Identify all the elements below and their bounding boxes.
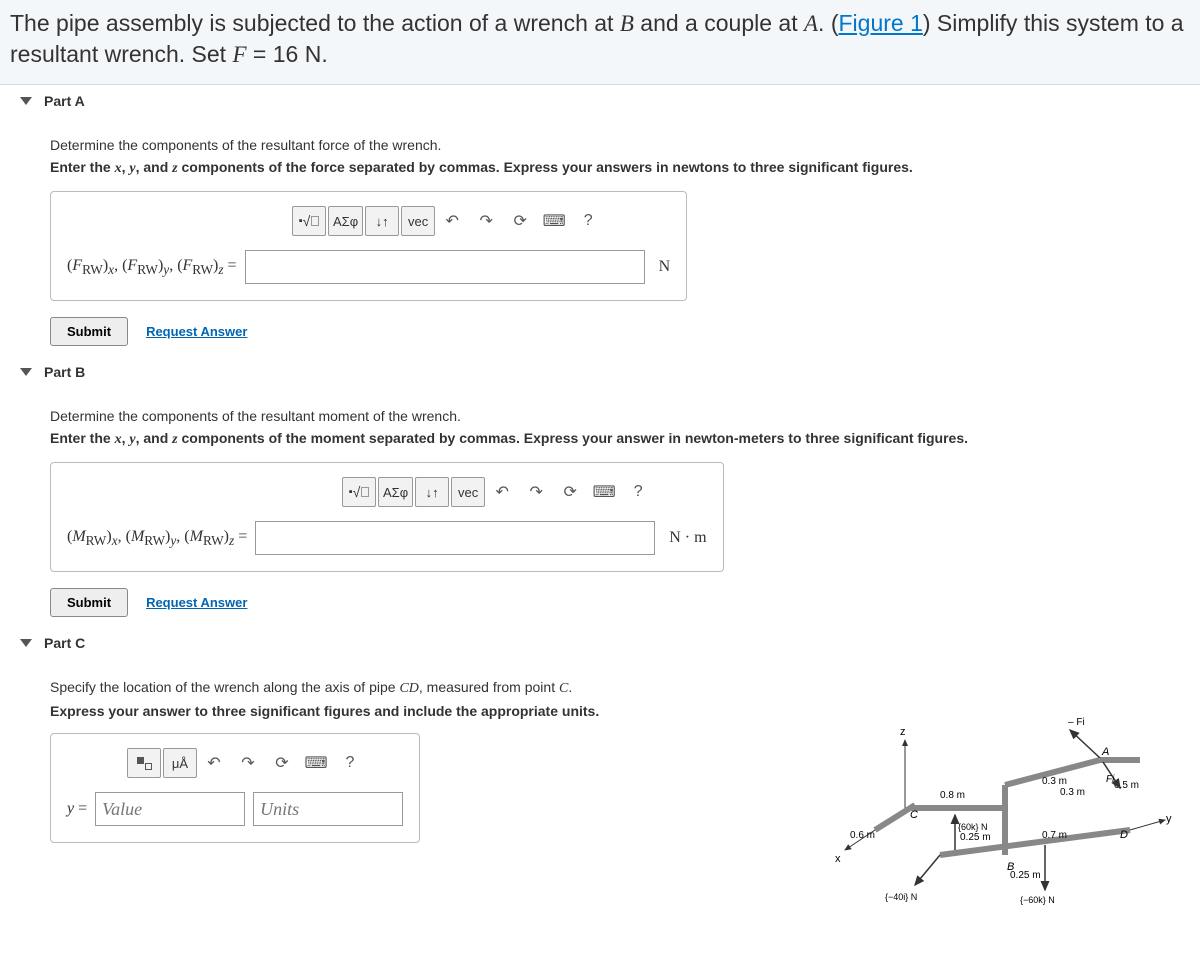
- part-a-body: Determine the components of the resultan…: [0, 117, 1200, 356]
- caret-down-icon: [20, 368, 32, 376]
- part-b-submit-button[interactable]: Submit: [50, 588, 128, 617]
- unit-N: N: [305, 41, 322, 67]
- redo-button[interactable]: ↷: [233, 748, 263, 778]
- reset-button[interactable]: ⟳: [555, 477, 585, 507]
- figure-link[interactable]: Figure 1: [839, 10, 923, 36]
- reset-button[interactable]: ⟳: [505, 206, 535, 236]
- part-a-answer-box: ▪√ ΑΣφ ↓↑ vec ↶ ↷ ⟳ ⌨ ? (FRW)x, (FRW)y, …: [50, 191, 687, 301]
- part-c-input-row: y =: [67, 792, 403, 826]
- part-b-answer-box: ▪√ ΑΣφ ↓↑ vec ↶ ↷ ⟳ ⌨ ? (MRW)x, (MRW)y, …: [50, 462, 724, 572]
- help-button[interactable]: ?: [623, 477, 653, 507]
- part-b-request-link[interactable]: Request Answer: [146, 595, 247, 610]
- part-c-title: Part C: [44, 635, 85, 651]
- var-F: F: [232, 42, 246, 67]
- var-A: A: [804, 11, 818, 36]
- undo-button[interactable]: ↶: [437, 206, 467, 236]
- problem-text-3: . (: [818, 10, 838, 36]
- reset-button[interactable]: ⟳: [267, 748, 297, 778]
- part-c-header[interactable]: Part C: [0, 627, 1200, 659]
- part-b-input-row: (MRW)x, (MRW)y, (MRW)z = N · m: [67, 521, 707, 555]
- part-c-toolbar: μÅ ↶ ↷ ⟳ ⌨ ?: [67, 748, 403, 778]
- part-a-request-link[interactable]: Request Answer: [146, 324, 247, 339]
- problem-text-1: The pipe assembly is subjected to the ac…: [10, 10, 620, 36]
- keyboard-button[interactable]: ⌨: [301, 748, 331, 778]
- part-a-input[interactable]: [245, 250, 645, 284]
- help-button[interactable]: ?: [573, 206, 603, 236]
- part-c-desc: Specify the location of the wrench along…: [50, 679, 1200, 697]
- undo-button[interactable]: ↶: [199, 748, 229, 778]
- templates-button[interactable]: ▪√: [292, 206, 326, 236]
- part-a-toolbar: ▪√ ΑΣφ ↓↑ vec ↶ ↷ ⟳ ⌨ ?: [67, 206, 670, 236]
- fractions-button[interactable]: [127, 748, 161, 778]
- redo-button[interactable]: ↷: [521, 477, 551, 507]
- part-a-submit-button[interactable]: Submit: [50, 317, 128, 346]
- part-b-instr: Enter the x, y, and z components of the …: [50, 430, 1200, 448]
- templates-button[interactable]: ▪√: [342, 477, 376, 507]
- part-b-var-label: (MRW)x, (MRW)y, (MRW)z =: [67, 528, 247, 549]
- subsup-button[interactable]: ↓↑: [365, 206, 399, 236]
- part-a-var-label: (FRW)x, (FRW)y, (FRW)z =: [67, 257, 237, 278]
- caret-down-icon: [20, 639, 32, 647]
- subsup-button[interactable]: ↓↑: [415, 477, 449, 507]
- part-a-desc: Determine the components of the resultan…: [50, 137, 1200, 153]
- part-c-answer-box: μÅ ↶ ↷ ⟳ ⌨ ? y =: [50, 733, 420, 843]
- part-a-unit: N: [659, 258, 671, 276]
- part-c-units-input[interactable]: [253, 792, 403, 826]
- keyboard-button[interactable]: ⌨: [589, 477, 619, 507]
- part-b-unit: N · m: [669, 529, 706, 547]
- problem-statement: The pipe assembly is subjected to the ac…: [0, 0, 1200, 85]
- part-a-submit-row: Submit Request Answer: [50, 317, 1200, 346]
- part-c-body: Specify the location of the wrench along…: [0, 659, 1200, 865]
- part-a-input-row: (FRW)x, (FRW)y, (FRW)z = N: [67, 250, 670, 284]
- force-m40i: {−40i} N: [885, 892, 917, 902]
- part-b-submit-row: Submit Request Answer: [50, 588, 1200, 617]
- part-a-header[interactable]: Part A: [0, 85, 1200, 117]
- part-c-value-input[interactable]: [95, 792, 245, 826]
- caret-down-icon: [20, 97, 32, 105]
- dim-025b: 0.25 m: [1010, 870, 1041, 881]
- part-c-instr: Express your answer to three significant…: [50, 703, 1200, 719]
- part-b-body: Determine the components of the resultan…: [0, 388, 1200, 627]
- problem-text-6: .: [321, 41, 327, 67]
- help-button[interactable]: ?: [335, 748, 365, 778]
- redo-button[interactable]: ↷: [471, 206, 501, 236]
- problem-text-2: and a couple at: [634, 10, 804, 36]
- part-a-title: Part A: [44, 93, 85, 109]
- part-a-instr: Enter the x, y, and z components of the …: [50, 159, 1200, 177]
- keyboard-button[interactable]: ⌨: [539, 206, 569, 236]
- var-B: B: [620, 11, 634, 36]
- part-c-var-label: y =: [67, 800, 87, 818]
- problem-text-5: = 16: [247, 41, 305, 67]
- part-b-toolbar: ▪√ ΑΣφ ↓↑ vec ↶ ↷ ⟳ ⌨ ?: [67, 477, 707, 507]
- units-button[interactable]: μÅ: [163, 748, 197, 778]
- part-b-desc: Determine the components of the resultan…: [50, 408, 1200, 424]
- greek-button[interactable]: ΑΣφ: [328, 206, 363, 236]
- greek-button[interactable]: ΑΣφ: [378, 477, 413, 507]
- part-b-header[interactable]: Part B: [0, 356, 1200, 388]
- force-m60k: {−60k} N: [1020, 895, 1055, 905]
- vec-button[interactable]: vec: [451, 477, 485, 507]
- part-b-title: Part B: [44, 364, 85, 380]
- part-b-input[interactable]: [255, 521, 655, 555]
- vec-button[interactable]: vec: [401, 206, 435, 236]
- undo-button[interactable]: ↶: [487, 477, 517, 507]
